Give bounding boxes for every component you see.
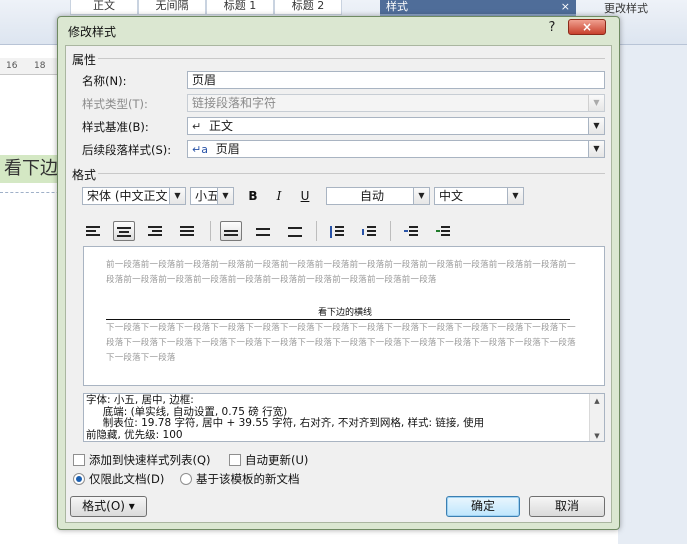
align-center-button[interactable] xyxy=(113,221,135,241)
align-right-button[interactable] xyxy=(144,221,166,241)
name-label: 名称(N): xyxy=(82,74,127,88)
chevron-down-icon[interactable]: ▼ xyxy=(507,188,523,204)
document-heading-text[interactable]: 看下边 xyxy=(0,155,62,183)
script-select[interactable]: 中文 ▼ xyxy=(434,187,524,205)
double-spacing-button[interactable] xyxy=(284,221,306,241)
decrease-spacing-icon xyxy=(362,225,376,238)
style-based-on-select[interactable]: ↵ 正文 ▼ xyxy=(187,117,605,135)
underline-button[interactable]: U xyxy=(294,186,316,206)
close-button[interactable]: × xyxy=(568,19,606,35)
gallery-style-no-spacing[interactable]: 无间隔 xyxy=(138,0,206,15)
bold-button[interactable]: B xyxy=(242,186,264,206)
help-button[interactable]: ? xyxy=(542,19,562,37)
justify-button[interactable] xyxy=(176,221,198,241)
preview-next-paragraph: 下一段落下一段落下一段落下一段落下一段落下一段落下一段落下一段落下一段落下一段落… xyxy=(106,323,576,363)
change-styles-button[interactable]: 更改样式 xyxy=(604,0,648,16)
chevron-down-icon[interactable]: ▼ xyxy=(588,118,604,134)
formatting-divider xyxy=(98,173,605,174)
preview-sample-text: 看下边的横线 xyxy=(317,308,372,318)
single-spacing-button[interactable] xyxy=(220,221,242,241)
scroll-down-icon[interactable]: ▼ xyxy=(590,431,604,441)
preview-previous-paragraph: 前一段落前一段落前一段落前一段落前一段落前一段落前一段落前一段落前一段落前一段落… xyxy=(106,260,576,285)
preview-bottom-border xyxy=(106,319,570,320)
gallery-style-normal[interactable]: 正文 xyxy=(70,0,138,15)
chevron-down-icon[interactable]: ▼ xyxy=(588,141,604,157)
only-this-document-label[interactable]: 仅限此文档(D) xyxy=(89,471,164,487)
next-paragraph-style-select[interactable]: ↵a 页眉 ▼ xyxy=(187,140,605,158)
dialog-body: 属性 名称(N): 页眉 样式类型(T): 链接段落和字符 ▼ 样式基准(B):… xyxy=(65,45,612,523)
font-color-value: 自动 xyxy=(359,189,384,203)
align-left-button[interactable] xyxy=(82,221,104,241)
justify-icon xyxy=(180,225,194,238)
properties-section-title: 属性 xyxy=(72,53,97,67)
one-half-spacing-button[interactable] xyxy=(252,221,274,241)
linked-style-icon: ↵a xyxy=(192,143,208,156)
align-left-icon xyxy=(86,225,100,238)
style-gallery: 正文 无间隔 标题 1 标题 2 xyxy=(70,0,342,15)
script-value: 中文 xyxy=(439,189,464,203)
format-menu-button[interactable]: 格式(O) ▾ xyxy=(70,496,147,517)
toolbar-divider xyxy=(390,221,391,241)
auto-update-checkbox[interactable] xyxy=(229,454,241,466)
new-documents-template-label[interactable]: 基于该模板的新文档 xyxy=(196,471,300,487)
align-right-icon xyxy=(148,225,162,238)
font-size-value: 小五 xyxy=(195,189,220,203)
style-based-on-label: 样式基准(B): xyxy=(82,120,149,134)
one-half-spacing-icon xyxy=(256,226,270,238)
font-value: 宋体 (中文正文 xyxy=(87,189,168,203)
style-based-on-value: 正文 xyxy=(209,119,234,133)
style-type-value: 链接段落和字符 xyxy=(192,96,277,110)
font-color-select[interactable]: 自动 ▼ xyxy=(326,187,430,205)
chevron-down-icon[interactable]: ▼ xyxy=(217,188,233,204)
single-spacing-icon xyxy=(224,227,238,239)
italic-button[interactable]: I xyxy=(268,186,290,206)
decrease-indent-button[interactable] xyxy=(400,221,422,241)
styles-pane-header: 样式 × xyxy=(380,0,576,14)
align-center-icon xyxy=(117,226,131,239)
chevron-down-icon: ▼ xyxy=(588,95,604,111)
ok-button[interactable]: 确定 xyxy=(446,496,520,517)
increase-spacing-icon xyxy=(330,225,344,238)
decrease-paragraph-spacing-button[interactable] xyxy=(358,221,380,241)
description-scrollbar[interactable]: ▲ ▼ xyxy=(589,394,604,441)
chevron-down-icon[interactable]: ▼ xyxy=(169,188,185,204)
chevron-down-icon[interactable]: ▼ xyxy=(413,188,429,204)
scroll-up-icon[interactable]: ▲ xyxy=(590,396,604,408)
gallery-style-heading1[interactable]: 标题 1 xyxy=(206,0,274,15)
styles-pane-close-button[interactable]: × xyxy=(561,0,570,13)
style-type-select[interactable]: 链接段落和字符 ▼ xyxy=(187,94,605,112)
font-size-select[interactable]: 小五 ▼ xyxy=(190,187,234,205)
add-to-quick-styles-label[interactable]: 添加到快速样式列表(Q) xyxy=(89,452,211,468)
properties-divider xyxy=(98,58,605,59)
increase-paragraph-spacing-button[interactable] xyxy=(326,221,348,241)
style-type-label: 样式类型(T): xyxy=(82,97,148,111)
font-select[interactable]: 宋体 (中文正文 ▼ xyxy=(82,187,186,205)
style-description-text: 字体: 小五, 居中, 边框: 底端: (单实线, 自动设置, 0.75 磅 行… xyxy=(86,394,485,441)
cancel-button[interactable]: 取消 xyxy=(529,496,605,517)
new-documents-template-radio[interactable] xyxy=(180,473,192,485)
dialog-title: 修改样式 xyxy=(68,25,117,39)
name-field[interactable]: 页眉 xyxy=(187,71,605,89)
only-this-document-radio[interactable] xyxy=(73,473,85,485)
styles-pane-title: 样式 xyxy=(386,0,408,13)
next-paragraph-style-value: 页眉 xyxy=(215,142,240,156)
toolbar-divider xyxy=(210,221,211,241)
style-description: 字体: 小五, 居中, 边框: 底端: (单实线, 自动设置, 0.75 磅 行… xyxy=(83,393,605,442)
add-to-quick-styles-checkbox[interactable] xyxy=(73,454,85,466)
paragraph-mark-icon: ↵ xyxy=(192,120,202,133)
toolbar-divider xyxy=(316,221,317,241)
ruler-mark: 16 xyxy=(6,61,18,71)
increase-indent-button[interactable] xyxy=(432,221,454,241)
style-preview: 前一段落前一段落前一段落前一段落前一段落前一段落前一段落前一段落前一段落前一段落… xyxy=(83,246,605,386)
gallery-style-heading2[interactable]: 标题 2 xyxy=(274,0,342,15)
right-pane xyxy=(618,45,687,544)
decrease-indent-icon xyxy=(404,225,418,238)
increase-indent-icon xyxy=(436,225,450,238)
double-spacing-icon xyxy=(288,226,302,238)
ruler-mark: 18 xyxy=(34,61,46,71)
modify-style-dialog: 修改样式 ? × 属性 名称(N): 页眉 样式类型(T): 链接段落和字符 ▼… xyxy=(57,16,620,530)
next-paragraph-style-label: 后续段落样式(S): xyxy=(82,143,172,157)
formatting-section-title: 格式 xyxy=(72,168,97,182)
auto-update-label[interactable]: 自动更新(U) xyxy=(245,452,308,468)
